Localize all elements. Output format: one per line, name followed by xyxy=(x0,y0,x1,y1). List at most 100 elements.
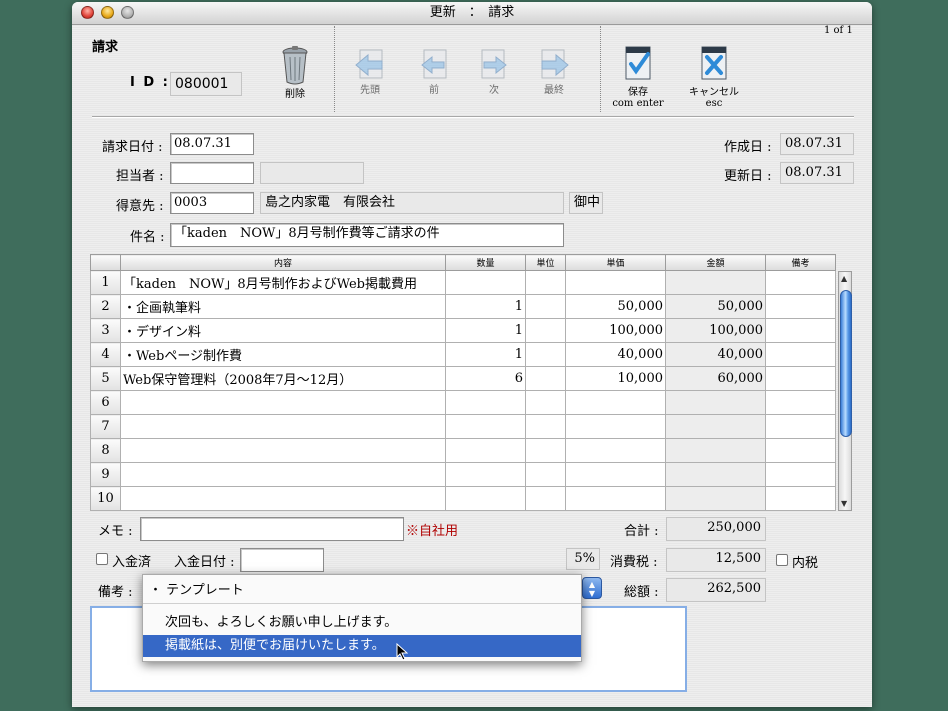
unit-price-cell[interactable]: 10,000 xyxy=(565,366,666,391)
amount-cell[interactable] xyxy=(665,462,766,487)
unit-cell[interactable] xyxy=(525,294,566,319)
memo-field[interactable] xyxy=(140,517,404,541)
table-row[interactable]: 1 「kaden NOW」8月号制作およびWeb掲載費用 xyxy=(90,270,836,295)
quantity-cell[interactable] xyxy=(445,270,526,295)
unit-price-cell[interactable]: 100,000 xyxy=(565,318,666,343)
first-label: 先頭 xyxy=(360,85,380,96)
table-row[interactable]: 7 xyxy=(90,414,836,439)
unit-price-cell[interactable]: 50,000 xyxy=(565,294,666,319)
paid-date-field[interactable] xyxy=(240,548,324,572)
table-row[interactable]: 3 ・デザイン料 1 100,000 100,000 xyxy=(90,318,836,343)
unit-cell[interactable] xyxy=(525,366,566,391)
quantity-cell[interactable]: 1 xyxy=(445,294,526,319)
table-row[interactable]: 8 xyxy=(90,438,836,463)
scroll-thumb[interactable] xyxy=(840,290,852,437)
unit-price-cell[interactable] xyxy=(565,270,666,295)
person-code-field[interactable] xyxy=(170,162,254,184)
quantity-cell[interactable]: 1 xyxy=(445,318,526,343)
table-row[interactable]: 5 Web保守管理料（2008年7月〜12月） 6 10,000 60,000 xyxy=(90,366,836,391)
quantity-cell[interactable] xyxy=(445,486,526,511)
unit-price-cell[interactable] xyxy=(565,438,666,463)
content-cell[interactable] xyxy=(120,438,446,463)
note-cell[interactable] xyxy=(765,294,836,319)
quantity-cell[interactable]: 1 xyxy=(445,342,526,367)
zoom-button[interactable] xyxy=(121,6,134,19)
note-cell[interactable] xyxy=(765,486,836,511)
content-cell[interactable] xyxy=(120,390,446,415)
content-cell[interactable]: ・Webページ制作費 xyxy=(120,342,446,367)
amount-cell[interactable]: 50,000 xyxy=(665,294,766,319)
tax-included-checkbox[interactable] xyxy=(776,554,788,566)
unit-cell[interactable] xyxy=(525,486,566,511)
unit-price-cell[interactable] xyxy=(565,486,666,511)
save-button[interactable]: 保存 com enter xyxy=(608,44,668,109)
first-record-button[interactable]: 先頭 xyxy=(340,48,400,96)
table-row[interactable]: 2 ・企画執筆料 1 50,000 50,000 xyxy=(90,294,836,319)
unit-price-cell[interactable] xyxy=(565,414,666,439)
amount-cell[interactable] xyxy=(665,390,766,415)
unit-price-cell[interactable]: 40,000 xyxy=(565,342,666,367)
paid-checkbox[interactable] xyxy=(96,553,108,565)
unit-cell[interactable] xyxy=(525,462,566,487)
unit-cell[interactable] xyxy=(525,414,566,439)
table-row[interactable]: 6 xyxy=(90,390,836,415)
amount-cell[interactable]: 100,000 xyxy=(665,318,766,343)
note-cell[interactable] xyxy=(765,318,836,343)
quantity-cell[interactable]: 6 xyxy=(445,366,526,391)
unit-price-cell[interactable] xyxy=(565,390,666,415)
last-record-button[interactable]: 最終 xyxy=(524,48,584,96)
amount-cell[interactable] xyxy=(665,270,766,295)
scroll-down-arrow-icon[interactable]: ▼ xyxy=(841,499,847,508)
amount-cell[interactable]: 40,000 xyxy=(665,342,766,367)
template-item-selected[interactable]: 掲載紙は、別便でお届けいたします。 xyxy=(143,635,581,657)
quantity-cell[interactable] xyxy=(445,462,526,487)
unit-cell[interactable] xyxy=(525,270,566,295)
unit-price-cell[interactable] xyxy=(565,462,666,487)
note-cell[interactable] xyxy=(765,366,836,391)
note-cell[interactable] xyxy=(765,414,836,439)
scroll-up-arrow-icon[interactable]: ▲ xyxy=(841,274,847,283)
invoice-date-field[interactable]: 08.07.31 xyxy=(170,133,254,155)
prev-record-button[interactable]: 前 xyxy=(404,48,464,96)
unit-cell[interactable] xyxy=(525,318,566,343)
row-number: 10 xyxy=(90,486,121,511)
content-cell[interactable]: ・企画執筆料 xyxy=(120,294,446,319)
template-popup-arrows-icon[interactable]: ▲ ▼ xyxy=(582,577,602,599)
note-cell[interactable] xyxy=(765,342,836,367)
table-row[interactable]: 4 ・Webページ制作費 1 40,000 40,000 xyxy=(90,342,836,367)
content-cell[interactable]: 「kaden NOW」8月号制作およびWeb掲載費用 xyxy=(120,270,446,295)
table-row[interactable]: 10 xyxy=(90,486,836,511)
amount-cell[interactable] xyxy=(665,414,766,439)
note-cell[interactable] xyxy=(765,390,836,415)
next-record-button[interactable]: 次 xyxy=(464,48,524,96)
unit-cell[interactable] xyxy=(525,390,566,415)
amount-cell[interactable] xyxy=(665,486,766,511)
table-scrollbar[interactable]: ▲ ▼ xyxy=(838,271,852,511)
unit-cell[interactable] xyxy=(525,342,566,367)
quantity-cell[interactable] xyxy=(445,390,526,415)
content-cell[interactable] xyxy=(120,414,446,439)
client-code-field[interactable]: 0003 xyxy=(170,192,254,214)
template-popup-menu[interactable]: ・ テンプレート 次回も、よろしくお願い申し上げます。 掲載紙は、別便でお届けい… xyxy=(142,574,582,662)
note-cell[interactable] xyxy=(765,462,836,487)
row-number: 2 xyxy=(90,294,121,319)
amount-cell[interactable] xyxy=(665,438,766,463)
note-cell[interactable] xyxy=(765,270,836,295)
content-cell[interactable]: Web保守管理料（2008年7月〜12月） xyxy=(120,366,446,391)
minimize-button[interactable] xyxy=(101,6,114,19)
delete-button[interactable]: 削除 xyxy=(265,44,325,100)
content-cell[interactable] xyxy=(120,462,446,487)
memo-label: メモ : xyxy=(98,524,133,539)
subject-field[interactable]: 「kaden NOW」8月号制作費等ご請求の件 xyxy=(170,223,564,247)
close-button[interactable] xyxy=(81,6,94,19)
content-cell[interactable]: ・デザイン料 xyxy=(120,318,446,343)
quantity-cell[interactable] xyxy=(445,438,526,463)
content-cell[interactable] xyxy=(120,486,446,511)
table-row[interactable]: 9 xyxy=(90,462,836,487)
unit-cell[interactable] xyxy=(525,438,566,463)
template-item[interactable]: 次回も、よろしくお願い申し上げます。 xyxy=(143,612,581,634)
quantity-cell[interactable] xyxy=(445,414,526,439)
amount-cell[interactable]: 60,000 xyxy=(665,366,766,391)
cancel-button[interactable]: キャンセル esc xyxy=(684,44,744,109)
note-cell[interactable] xyxy=(765,438,836,463)
